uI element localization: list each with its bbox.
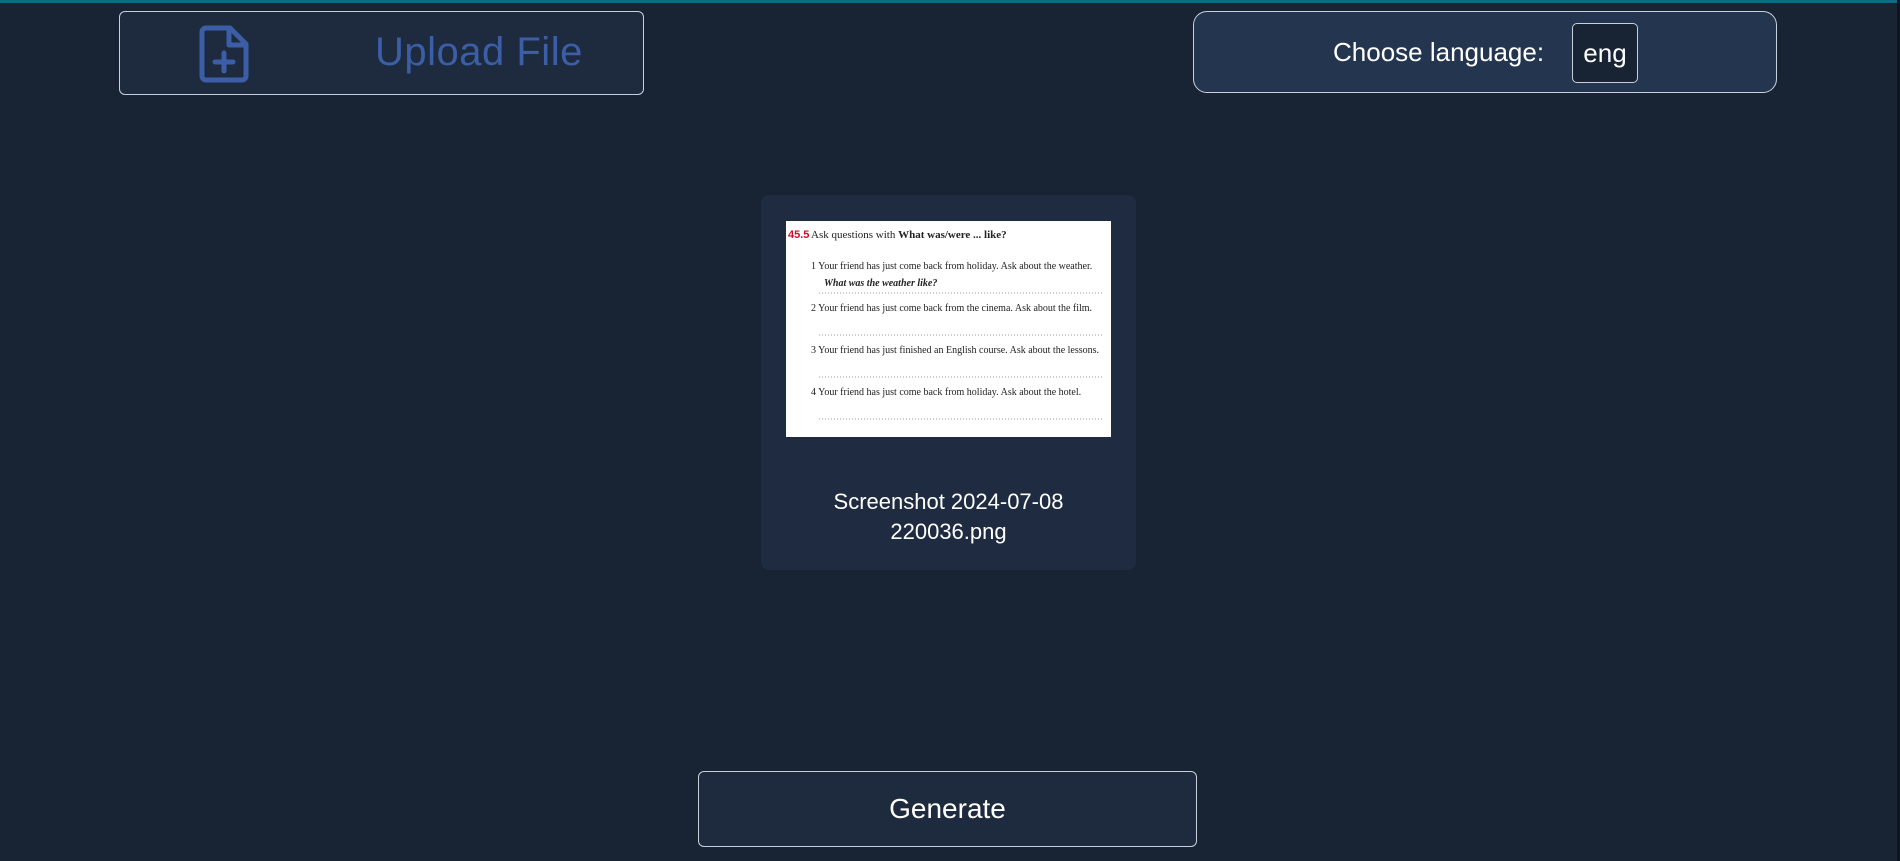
language-select[interactable]: eng bbox=[1572, 23, 1638, 83]
thumbnail-heading: Ask questions with What was/were ... lik… bbox=[811, 229, 1007, 241]
thumbnail-item: 4 Your friend has just come back from ho… bbox=[811, 387, 1081, 398]
file-card[interactable]: 45.5 Ask questions with What was/were ..… bbox=[761, 195, 1136, 570]
upload-file-label: Upload File bbox=[375, 30, 583, 74]
upload-file-button[interactable]: Upload File bbox=[119, 11, 644, 95]
thumbnail-section-number: 45.5 bbox=[788, 229, 809, 241]
file-thumbnail: 45.5 Ask questions with What was/were ..… bbox=[786, 221, 1111, 437]
thumbnail-image: 45.5 Ask questions with What was/were ..… bbox=[788, 229, 1104, 420]
thumbnail-answer: What was the weather like? bbox=[824, 278, 937, 289]
thumbnail-heading-prefix: Ask questions with bbox=[811, 229, 898, 241]
thumbnail-item: 3 Your friend has just finished an Engli… bbox=[811, 345, 1099, 356]
thumbnail-item: 1 Your friend has just come back from ho… bbox=[811, 261, 1092, 272]
thumbnail-heading-bold: What was/were ... like? bbox=[898, 229, 1007, 241]
file-plus-icon bbox=[199, 25, 249, 83]
generate-button[interactable]: Generate bbox=[698, 771, 1197, 847]
top-accent-line bbox=[0, 0, 1900, 3]
language-label: Choose language: bbox=[1333, 37, 1545, 67]
file-name: Screenshot 2024-07-08 220036.png bbox=[833, 489, 1064, 544]
language-panel: Choose language: eng bbox=[1193, 11, 1777, 93]
thumbnail-items: 1 Your friend has just come back from ho… bbox=[811, 261, 1104, 420]
thumbnail-item: 2 Your friend has just come back from th… bbox=[811, 303, 1092, 314]
